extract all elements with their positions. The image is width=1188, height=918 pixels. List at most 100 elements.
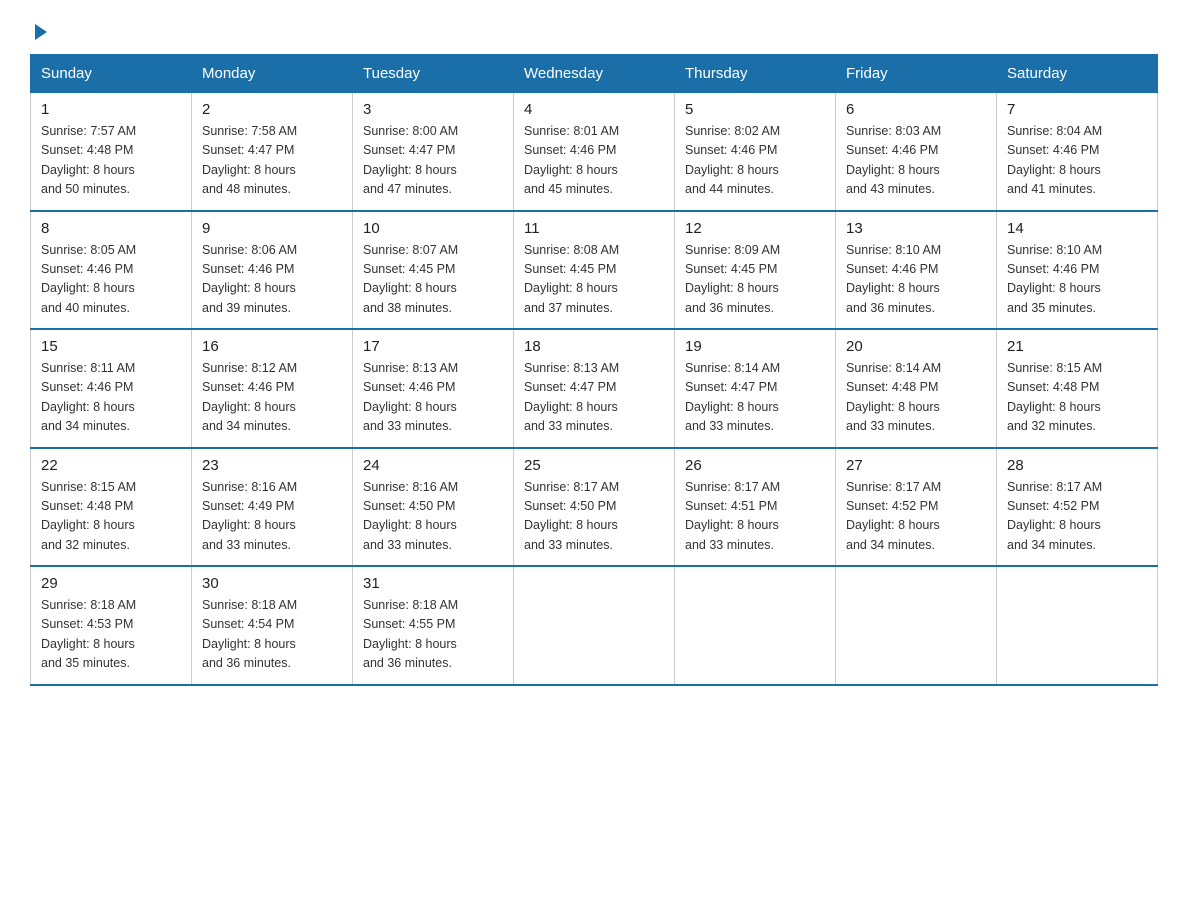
day-info: Sunrise: 8:06 AMSunset: 4:46 PMDaylight:… <box>202 241 342 319</box>
day-info: Sunrise: 8:08 AMSunset: 4:45 PMDaylight:… <box>524 241 664 319</box>
calendar-cell: 30 Sunrise: 8:18 AMSunset: 4:54 PMDaylig… <box>192 566 353 685</box>
weekday-header-tuesday: Tuesday <box>353 55 514 93</box>
day-info: Sunrise: 8:14 AMSunset: 4:47 PMDaylight:… <box>685 359 825 437</box>
day-info: Sunrise: 8:10 AMSunset: 4:46 PMDaylight:… <box>846 241 986 319</box>
day-info: Sunrise: 8:00 AMSunset: 4:47 PMDaylight:… <box>363 122 503 200</box>
day-number: 10 <box>363 220 503 237</box>
day-info: Sunrise: 8:13 AMSunset: 4:46 PMDaylight:… <box>363 359 503 437</box>
calendar-cell: 5 Sunrise: 8:02 AMSunset: 4:46 PMDayligh… <box>675 93 836 211</box>
day-number: 30 <box>202 575 342 592</box>
calendar-cell: 4 Sunrise: 8:01 AMSunset: 4:46 PMDayligh… <box>514 93 675 211</box>
calendar-cell: 27 Sunrise: 8:17 AMSunset: 4:52 PMDaylig… <box>836 448 997 567</box>
calendar-week-row: 1 Sunrise: 7:57 AMSunset: 4:48 PMDayligh… <box>31 93 1158 211</box>
logo <box>30 20 47 36</box>
day-number: 28 <box>1007 457 1147 474</box>
day-number: 16 <box>202 338 342 355</box>
day-number: 29 <box>41 575 181 592</box>
calendar-cell: 25 Sunrise: 8:17 AMSunset: 4:50 PMDaylig… <box>514 448 675 567</box>
calendar-week-row: 29 Sunrise: 8:18 AMSunset: 4:53 PMDaylig… <box>31 566 1158 685</box>
calendar-cell <box>675 566 836 685</box>
calendar-cell: 3 Sunrise: 8:00 AMSunset: 4:47 PMDayligh… <box>353 93 514 211</box>
day-number: 19 <box>685 338 825 355</box>
day-info: Sunrise: 8:11 AMSunset: 4:46 PMDaylight:… <box>41 359 181 437</box>
page-header <box>30 20 1158 36</box>
day-number: 12 <box>685 220 825 237</box>
day-number: 8 <box>41 220 181 237</box>
day-info: Sunrise: 8:15 AMSunset: 4:48 PMDaylight:… <box>41 478 181 556</box>
day-number: 1 <box>41 101 181 118</box>
day-number: 15 <box>41 338 181 355</box>
weekday-header-wednesday: Wednesday <box>514 55 675 93</box>
calendar-cell: 26 Sunrise: 8:17 AMSunset: 4:51 PMDaylig… <box>675 448 836 567</box>
calendar-cell: 1 Sunrise: 7:57 AMSunset: 4:48 PMDayligh… <box>31 93 192 211</box>
calendar-week-row: 22 Sunrise: 8:15 AMSunset: 4:48 PMDaylig… <box>31 448 1158 567</box>
calendar-cell <box>997 566 1158 685</box>
day-info: Sunrise: 8:13 AMSunset: 4:47 PMDaylight:… <box>524 359 664 437</box>
calendar-cell: 20 Sunrise: 8:14 AMSunset: 4:48 PMDaylig… <box>836 329 997 448</box>
day-number: 18 <box>524 338 664 355</box>
calendar-cell: 9 Sunrise: 8:06 AMSunset: 4:46 PMDayligh… <box>192 211 353 330</box>
day-number: 22 <box>41 457 181 474</box>
weekday-header-row: SundayMondayTuesdayWednesdayThursdayFrid… <box>31 55 1158 93</box>
calendar-cell: 29 Sunrise: 8:18 AMSunset: 4:53 PMDaylig… <box>31 566 192 685</box>
weekday-header-saturday: Saturday <box>997 55 1158 93</box>
day-info: Sunrise: 8:04 AMSunset: 4:46 PMDaylight:… <box>1007 122 1147 200</box>
calendar-cell: 23 Sunrise: 8:16 AMSunset: 4:49 PMDaylig… <box>192 448 353 567</box>
calendar-cell: 31 Sunrise: 8:18 AMSunset: 4:55 PMDaylig… <box>353 566 514 685</box>
calendar-cell: 17 Sunrise: 8:13 AMSunset: 4:46 PMDaylig… <box>353 329 514 448</box>
day-number: 27 <box>846 457 986 474</box>
day-number: 5 <box>685 101 825 118</box>
day-info: Sunrise: 8:17 AMSunset: 4:51 PMDaylight:… <box>685 478 825 556</box>
calendar-cell: 14 Sunrise: 8:10 AMSunset: 4:46 PMDaylig… <box>997 211 1158 330</box>
day-info: Sunrise: 8:02 AMSunset: 4:46 PMDaylight:… <box>685 122 825 200</box>
weekday-header-friday: Friday <box>836 55 997 93</box>
day-info: Sunrise: 8:14 AMSunset: 4:48 PMDaylight:… <box>846 359 986 437</box>
day-info: Sunrise: 8:17 AMSunset: 4:52 PMDaylight:… <box>846 478 986 556</box>
day-number: 3 <box>363 101 503 118</box>
calendar-cell: 10 Sunrise: 8:07 AMSunset: 4:45 PMDaylig… <box>353 211 514 330</box>
day-number: 21 <box>1007 338 1147 355</box>
calendar-cell: 28 Sunrise: 8:17 AMSunset: 4:52 PMDaylig… <box>997 448 1158 567</box>
day-info: Sunrise: 8:18 AMSunset: 4:54 PMDaylight:… <box>202 596 342 674</box>
day-number: 11 <box>524 220 664 237</box>
day-number: 23 <box>202 457 342 474</box>
day-number: 25 <box>524 457 664 474</box>
day-info: Sunrise: 8:16 AMSunset: 4:50 PMDaylight:… <box>363 478 503 556</box>
day-number: 24 <box>363 457 503 474</box>
calendar-week-row: 8 Sunrise: 8:05 AMSunset: 4:46 PMDayligh… <box>31 211 1158 330</box>
weekday-header-monday: Monday <box>192 55 353 93</box>
day-number: 2 <box>202 101 342 118</box>
day-info: Sunrise: 8:16 AMSunset: 4:49 PMDaylight:… <box>202 478 342 556</box>
calendar-cell: 24 Sunrise: 8:16 AMSunset: 4:50 PMDaylig… <box>353 448 514 567</box>
calendar-cell: 2 Sunrise: 7:58 AMSunset: 4:47 PMDayligh… <box>192 93 353 211</box>
calendar-cell: 12 Sunrise: 8:09 AMSunset: 4:45 PMDaylig… <box>675 211 836 330</box>
logo-arrow-icon <box>35 24 47 40</box>
day-info: Sunrise: 7:58 AMSunset: 4:47 PMDaylight:… <box>202 122 342 200</box>
calendar-week-row: 15 Sunrise: 8:11 AMSunset: 4:46 PMDaylig… <box>31 329 1158 448</box>
day-number: 13 <box>846 220 986 237</box>
day-number: 26 <box>685 457 825 474</box>
day-number: 20 <box>846 338 986 355</box>
day-info: Sunrise: 8:18 AMSunset: 4:55 PMDaylight:… <box>363 596 503 674</box>
day-number: 9 <box>202 220 342 237</box>
day-number: 4 <box>524 101 664 118</box>
day-info: Sunrise: 8:17 AMSunset: 4:52 PMDaylight:… <box>1007 478 1147 556</box>
day-info: Sunrise: 8:10 AMSunset: 4:46 PMDaylight:… <box>1007 241 1147 319</box>
calendar-cell: 19 Sunrise: 8:14 AMSunset: 4:47 PMDaylig… <box>675 329 836 448</box>
day-info: Sunrise: 8:01 AMSunset: 4:46 PMDaylight:… <box>524 122 664 200</box>
calendar-cell: 13 Sunrise: 8:10 AMSunset: 4:46 PMDaylig… <box>836 211 997 330</box>
day-info: Sunrise: 8:07 AMSunset: 4:45 PMDaylight:… <box>363 241 503 319</box>
calendar-cell: 6 Sunrise: 8:03 AMSunset: 4:46 PMDayligh… <box>836 93 997 211</box>
day-info: Sunrise: 8:17 AMSunset: 4:50 PMDaylight:… <box>524 478 664 556</box>
calendar-cell: 21 Sunrise: 8:15 AMSunset: 4:48 PMDaylig… <box>997 329 1158 448</box>
calendar-cell: 11 Sunrise: 8:08 AMSunset: 4:45 PMDaylig… <box>514 211 675 330</box>
day-info: Sunrise: 8:05 AMSunset: 4:46 PMDaylight:… <box>41 241 181 319</box>
day-number: 17 <box>363 338 503 355</box>
day-info: Sunrise: 8:12 AMSunset: 4:46 PMDaylight:… <box>202 359 342 437</box>
day-info: Sunrise: 8:15 AMSunset: 4:48 PMDaylight:… <box>1007 359 1147 437</box>
calendar-cell: 22 Sunrise: 8:15 AMSunset: 4:48 PMDaylig… <box>31 448 192 567</box>
calendar-cell: 18 Sunrise: 8:13 AMSunset: 4:47 PMDaylig… <box>514 329 675 448</box>
day-info: Sunrise: 8:03 AMSunset: 4:46 PMDaylight:… <box>846 122 986 200</box>
weekday-header-sunday: Sunday <box>31 55 192 93</box>
calendar-table: SundayMondayTuesdayWednesdayThursdayFrid… <box>30 54 1158 686</box>
